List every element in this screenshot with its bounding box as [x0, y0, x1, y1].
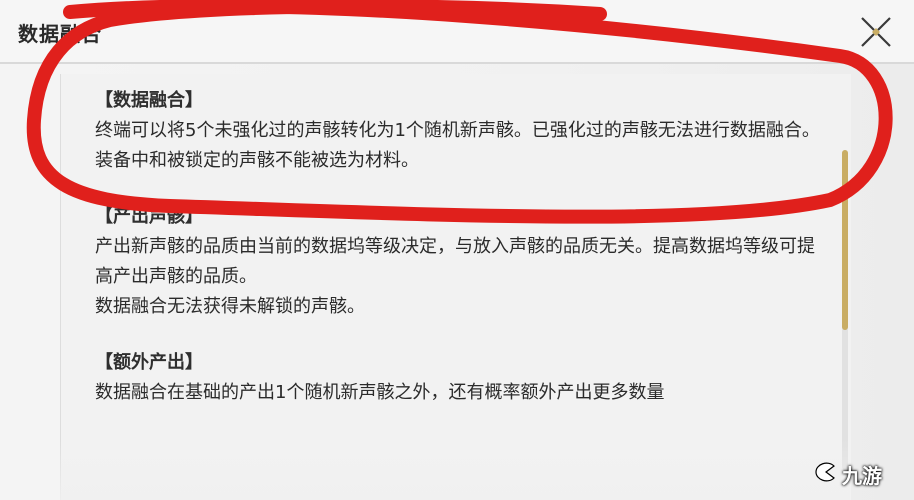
section-paragraph: 产出新声骸的品质由当前的数据坞等级决定，与放入声骸的品质无关。提高数据坞等级可提… [95, 236, 815, 287]
dialog-title: 数据融合 [18, 22, 102, 46]
section-output-echo: 【产出声骸】 产出新声骸的品质由当前的数据坞等级决定，与放入声骸的品质无关。提高… [95, 202, 825, 322]
bottom-fade [60, 440, 850, 500]
watermark-text: 九游 [842, 464, 882, 488]
section-title: 【额外产出】 [95, 352, 203, 373]
section-paragraph: 终端可以将5个未强化过的声骸转化为1个随机新声骸。已强化过的声骸无法进行数据融合… [95, 120, 820, 141]
jiuyou-logo-icon [815, 462, 835, 482]
section-extra-output: 【额外产出】 数据融合在基础的产出1个随机新声骸之外，还有概率额外产出更多数量 [95, 348, 825, 408]
section-data-fusion: 【数据融合】 终端可以将5个未强化过的声骸转化为1个随机新声骸。已强化过的声骸无… [95, 86, 825, 176]
dialog-header: 数据融合 [0, 0, 914, 62]
scrollbar-thumb[interactable] [842, 150, 848, 330]
section-paragraph: 数据融合无法获得未解锁的声骸。 [95, 296, 365, 317]
section-title: 【数据融合】 [95, 90, 203, 111]
help-content-panel[interactable]: 【数据融合】 终端可以将5个未强化过的声骸转化为1个随机新声骸。已强化过的声骸无… [60, 74, 851, 500]
close-x-icon [861, 17, 891, 47]
help-text: 【数据融合】 终端可以将5个未强化过的声骸转化为1个随机新声骸。已强化过的声骸无… [95, 86, 825, 434]
header-divider [0, 62, 914, 64]
close-button[interactable] [856, 12, 896, 52]
dialog-window: 数据融合 【数据融合】 终端可以将5个未强化过的声骸转化为1个随机新声骸。已强化… [0, 0, 914, 500]
watermark: 九游 [812, 452, 912, 492]
section-title: 【产出声骸】 [95, 206, 203, 227]
section-paragraph: 装备中和被锁定的声骸不能被选为材料。 [95, 150, 419, 171]
section-paragraph: 数据融合在基础的产出1个随机新声骸之外，还有概率额外产出更多数量 [95, 382, 665, 403]
